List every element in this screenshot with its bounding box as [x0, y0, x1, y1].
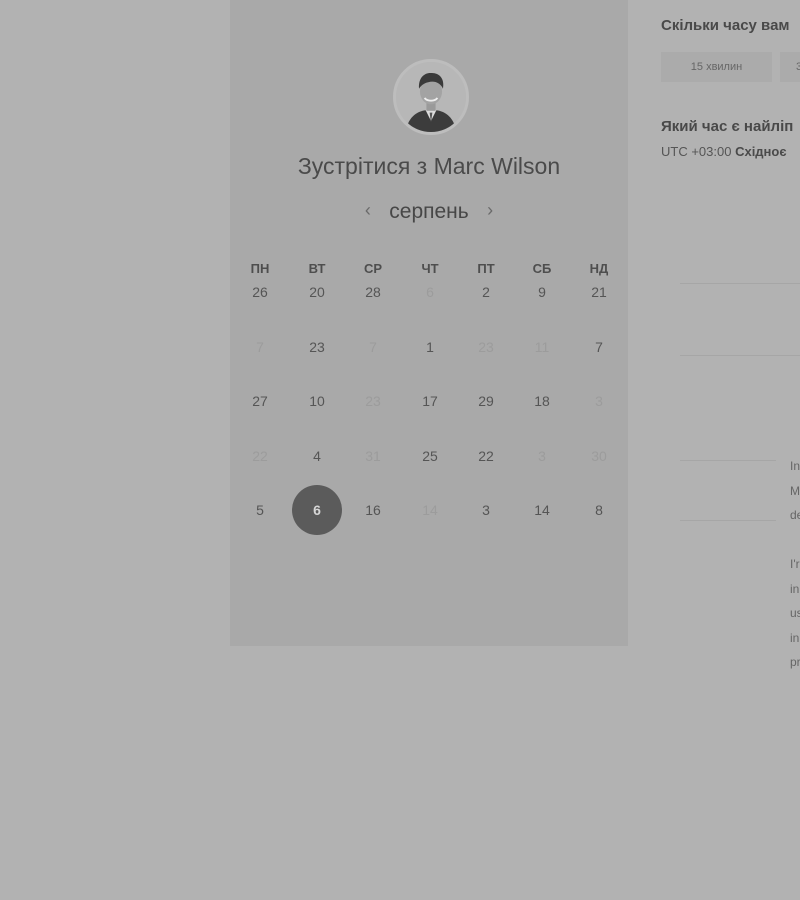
description-paragraph: I'r in us in pr: [790, 552, 800, 675]
description-line: pr: [790, 655, 800, 669]
calendar-day[interactable]: 3: [461, 485, 511, 535]
calendar-day: 22: [252, 448, 268, 464]
timezone-offset: UTC +03:00: [661, 144, 732, 159]
description-line: M: [790, 483, 800, 498]
calendar-day[interactable]: 20: [292, 267, 342, 317]
calendar-day[interactable]: 7: [574, 322, 624, 372]
calendar-day[interactable]: 9: [517, 267, 567, 317]
calendar-day[interactable]: 2: [461, 267, 511, 317]
description-line: I'r: [790, 557, 800, 571]
time-question: Який час є найліп: [661, 118, 794, 135]
calendar-day[interactable]: 1: [405, 322, 455, 372]
calendar-day[interactable]: 22: [461, 431, 511, 481]
calendar-day[interactable]: 26: [235, 267, 285, 317]
chevron-left-icon[interactable]: ‹: [357, 200, 379, 221]
calendar-day: 11: [534, 339, 550, 355]
timezone-selector[interactable]: UTC +03:00 Східноє: [661, 144, 787, 159]
divider: [680, 283, 800, 284]
calendar-day[interactable]: 5: [235, 485, 285, 535]
duration-question: Скільки часу вам: [661, 17, 790, 34]
calendar-day: 23: [478, 339, 494, 355]
calendar-day[interactable]: 28: [348, 267, 398, 317]
calendar-day: 14: [422, 502, 438, 518]
description-paragraph: In M de: [790, 454, 800, 528]
month-navigation: ‹ серпень ›: [230, 200, 628, 224]
calendar-day[interactable]: 29: [461, 376, 511, 426]
description-line: In: [790, 459, 800, 473]
duration-option-15[interactable]: 15 хвилин: [661, 52, 772, 82]
calendar-day[interactable]: 4: [292, 431, 342, 481]
calendar-day: 6: [426, 284, 434, 300]
divider: [680, 355, 800, 356]
calendar-day[interactable]: 23: [292, 322, 342, 372]
calendar-day: 30: [591, 448, 607, 464]
calendar-day[interactable]: 21: [574, 267, 624, 317]
divider: [680, 520, 776, 521]
selected-day[interactable]: 6: [292, 485, 342, 535]
timezone-name: Східноє: [735, 144, 787, 159]
meeting-title: Зустрітися з Marc Wilson: [297, 153, 561, 179]
description-line: de: [790, 508, 800, 522]
description-line: in: [790, 581, 800, 596]
calendar-day[interactable]: 14: [517, 485, 567, 535]
calendar-day[interactable]: 16: [348, 485, 398, 535]
month-label: серпень: [389, 200, 469, 223]
avatar-photo: [396, 62, 466, 132]
calendar-day[interactable]: 18: [517, 376, 567, 426]
description-line: us: [790, 606, 800, 620]
calendar-day[interactable]: 25: [405, 431, 455, 481]
calendar-day: 3: [538, 448, 546, 464]
calendar-day: 23: [365, 393, 381, 409]
duration-option-30[interactable]: 3: [780, 52, 800, 82]
divider: [680, 460, 776, 461]
host-avatar: [393, 59, 469, 135]
calendar-day: 7: [256, 339, 264, 355]
chevron-right-icon[interactable]: ›: [479, 200, 501, 221]
calendar-day: 7: [369, 339, 377, 355]
description-line: in: [790, 630, 800, 645]
calendar-day[interactable]: 8: [574, 485, 624, 535]
calendar-day: 31: [365, 448, 381, 464]
calendar-day[interactable]: 17: [405, 376, 455, 426]
calendar-day: 3: [595, 393, 603, 409]
calendar-day[interactable]: 27: [235, 376, 285, 426]
calendar-panel: Зустрітися з Marc Wilson ‹ серпень › ПН …: [230, 0, 628, 646]
calendar-day[interactable]: 10: [292, 376, 342, 426]
